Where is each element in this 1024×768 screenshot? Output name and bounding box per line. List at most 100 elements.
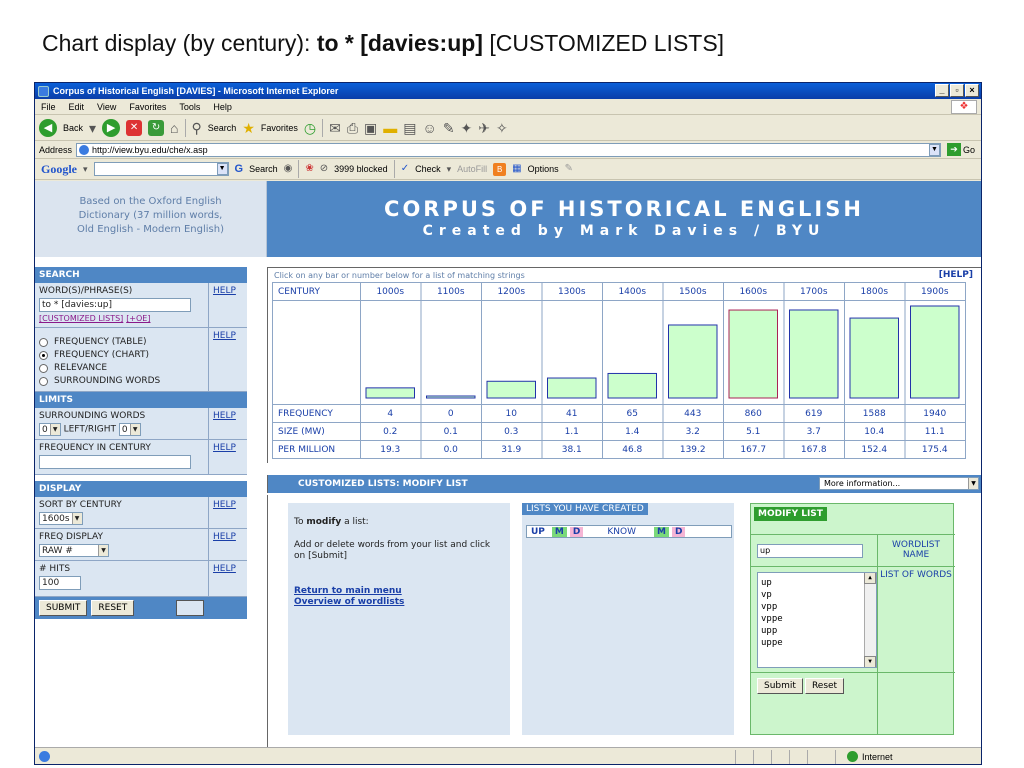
cell-value[interactable]: 0.1 — [444, 427, 458, 437]
cell-value[interactable]: 1.1 — [565, 427, 579, 437]
radio-button[interactable] — [39, 363, 48, 373]
display-help-link[interactable]: HELP — [209, 328, 247, 391]
list-submit-button[interactable]: Submit — [757, 678, 803, 694]
google-search-input[interactable]: ▼ — [93, 162, 229, 176]
old-english-link[interactable]: [+OE] — [126, 314, 150, 323]
popup-blocker-icon[interactable]: ⊘ — [320, 161, 328, 177]
right-window-select[interactable]: 0 ▼ — [118, 423, 141, 436]
sort-help-link[interactable]: HELP — [209, 497, 247, 528]
google-logo[interactable]: Google — [41, 162, 77, 177]
list-reset-button[interactable]: Reset — [804, 678, 845, 694]
chart-bar[interactable] — [607, 372, 657, 399]
discuss-icon[interactable]: ✎ — [443, 120, 455, 136]
more-information-select[interactable]: More information... ▼ — [819, 477, 979, 490]
freq-display-help-link[interactable]: HELP — [209, 529, 247, 560]
hits-help-link[interactable]: HELP — [209, 561, 247, 596]
century-label[interactable]: 1200s — [497, 287, 525, 297]
cell-value[interactable]: 167.7 — [740, 445, 766, 455]
wordlist-name-input[interactable]: up — [757, 544, 863, 558]
cell-value[interactable]: 0.3 — [504, 427, 518, 437]
return-main-menu-link[interactable]: Return to main menu — [294, 586, 504, 597]
radio-frequency-table[interactable]: FREQUENCY (TABLE) — [39, 337, 204, 347]
list-know-delete-button[interactable]: D — [671, 526, 686, 537]
cell-value[interactable]: 1588 — [863, 409, 886, 419]
list-up-modify-button[interactable]: M — [551, 526, 567, 537]
cell-value[interactable]: 175.4 — [922, 445, 948, 455]
print-icon[interactable]: ⎙ — [347, 120, 358, 136]
cell-value[interactable]: 4 — [387, 409, 393, 419]
word-list-textarea[interactable]: up vp vpp vppe upp uppe ▲ ▼ — [757, 572, 877, 668]
chart-bar[interactable] — [668, 324, 718, 399]
popup-blocked-count[interactable]: 3999 blocked — [334, 164, 388, 174]
favorites-button[interactable]: Favorites — [261, 123, 298, 133]
back-button[interactable]: Back — [63, 123, 83, 133]
options-button[interactable]: Options — [528, 164, 559, 174]
surrounding-help-link[interactable]: HELP — [209, 408, 247, 439]
menu-view[interactable]: View — [97, 102, 116, 112]
cell-value[interactable]: 0 — [448, 409, 454, 419]
scroll-up-icon[interactable]: ▲ — [864, 573, 876, 584]
forward-icon[interactable]: ▶ — [102, 118, 121, 137]
chart-bar[interactable] — [486, 380, 536, 399]
century-label[interactable]: 1400s — [618, 287, 646, 297]
cell-value[interactable]: 0.0 — [444, 445, 459, 455]
radio-button[interactable] — [39, 376, 48, 386]
cell-value[interactable]: 46.8 — [622, 445, 642, 455]
cell-value[interactable]: 19.3 — [380, 445, 400, 455]
back-dropdown-icon[interactable]: ▾ — [89, 120, 96, 136]
menu-file[interactable]: File — [41, 102, 56, 112]
chart-bar[interactable] — [547, 377, 597, 399]
century-label[interactable]: 1600s — [739, 287, 767, 297]
frequency-century-input[interactable] — [39, 455, 191, 469]
radio-surrounding-words[interactable]: SURROUNDING WORDS — [39, 376, 204, 386]
cell-value[interactable]: 11.1 — [925, 427, 945, 437]
frequency-help-link[interactable]: HELP — [209, 440, 247, 474]
chart-bar[interactable] — [365, 387, 415, 399]
cell-value[interactable]: 10.4 — [864, 427, 884, 437]
history-icon[interactable]: ◷ — [304, 120, 316, 136]
century-label[interactable]: 1100s — [437, 287, 465, 297]
spellcheck-button[interactable]: Check — [415, 164, 441, 174]
highlight-icon[interactable]: ✎ — [565, 161, 573, 177]
check-dropdown-icon[interactable]: ▾ — [447, 161, 452, 177]
minimize-button[interactable]: _ — [935, 84, 949, 97]
refresh-icon[interactable]: ↻ — [148, 119, 165, 136]
google-menu-icon[interactable]: ▾ — [83, 161, 88, 177]
blogger-icon[interactable]: B — [493, 162, 507, 176]
research-icon[interactable]: ✦ — [461, 120, 473, 136]
google-dropdown-icon[interactable]: ▼ — [216, 163, 228, 175]
chart-help-link[interactable]: [HELP] — [939, 270, 973, 280]
tool-icon[interactable]: ✈ — [478, 120, 490, 136]
chart-bar[interactable] — [728, 309, 778, 399]
close-button[interactable]: × — [965, 84, 979, 97]
word-list-scrollbar[interactable]: ▲ ▼ — [864, 573, 876, 667]
bluetooth-icon[interactable]: ✧ — [496, 120, 508, 136]
cell-value[interactable]: 139.2 — [680, 445, 706, 455]
cell-value[interactable]: 443 — [684, 409, 701, 419]
maximize-button[interactable]: ▫ — [950, 84, 964, 97]
century-label[interactable]: 1900s — [921, 287, 949, 297]
cell-value[interactable]: 65 — [627, 409, 638, 419]
go-button[interactable]: ➔ Go — [946, 143, 975, 156]
google-news-icon[interactable]: ◉ — [284, 161, 293, 177]
cell-value[interactable]: 152.4 — [861, 445, 887, 455]
radio-button[interactable] — [39, 337, 48, 347]
cell-value[interactable]: 3.7 — [807, 427, 821, 437]
list-up-link[interactable]: UP — [527, 527, 549, 537]
edit-icon[interactable]: ▣ — [364, 120, 377, 136]
menu-edit[interactable]: Edit — [69, 102, 85, 112]
search-button[interactable]: Search — [208, 123, 237, 133]
cell-value[interactable]: 31.9 — [501, 445, 521, 455]
overview-wordlists-link[interactable]: Overview of wordlists — [294, 597, 504, 608]
folder-icon[interactable]: ▬ — [383, 120, 397, 136]
google-search-button[interactable]: Search — [249, 164, 278, 174]
autofill-button[interactable]: AutoFill — [457, 164, 487, 174]
cell-value[interactable]: 619 — [805, 409, 822, 419]
stop-icon[interactable]: ✕ — [126, 119, 143, 136]
mail-icon[interactable]: ✉ — [329, 120, 341, 136]
word-phrase-input[interactable]: to * [davies:up] — [39, 298, 191, 312]
submit-button[interactable]: SUBMIT — [39, 600, 88, 616]
century-label[interactable]: 1300s — [558, 287, 586, 297]
menu-help[interactable]: Help — [213, 102, 232, 112]
list-up-delete-button[interactable]: D — [569, 526, 584, 537]
